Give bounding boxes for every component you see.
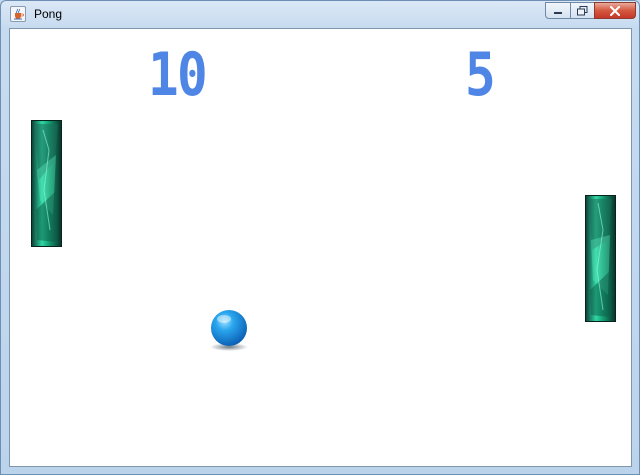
minimize-button[interactable]	[545, 2, 570, 19]
minimize-icon	[553, 1, 563, 20]
maximize-icon	[577, 1, 588, 20]
left-player-score: 10	[148, 40, 208, 110]
game-canvas[interactable]: 10 5	[9, 28, 632, 467]
left-paddle	[31, 120, 62, 247]
ball	[209, 309, 249, 353]
right-player-score: 5	[465, 40, 496, 110]
close-button[interactable]	[594, 2, 636, 19]
maximize-button[interactable]	[570, 2, 594, 19]
title-bar[interactable]: Pong	[1, 1, 639, 28]
app-window: Pong 10 5	[0, 0, 640, 475]
window-title: Pong	[34, 7, 63, 21]
right-paddle	[585, 195, 616, 322]
java-cup-icon[interactable]	[10, 6, 26, 22]
close-icon	[609, 1, 621, 20]
